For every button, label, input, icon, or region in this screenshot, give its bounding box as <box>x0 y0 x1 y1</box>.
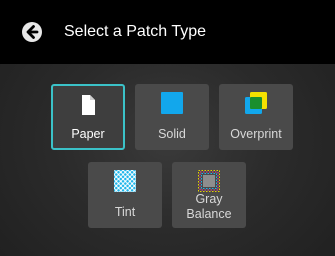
solid-square-icon <box>161 92 183 114</box>
back-button[interactable] <box>22 22 42 42</box>
paper-label: Paper <box>71 127 105 141</box>
overprint-squares-icon <box>245 92 267 114</box>
overprint-label: Overprint <box>230 127 282 141</box>
halftone-tint-icon <box>114 170 136 192</box>
gray-balance-label-line2: Balance <box>186 207 232 221</box>
gray-balance-icon <box>198 170 220 192</box>
gray-balance-label: Gray Balance <box>172 192 246 222</box>
page-title: Select a Patch Type <box>64 23 207 40</box>
patch-type-gray-balance-button[interactable]: Gray Balance <box>172 162 246 228</box>
arrow-left-circle-icon <box>26 25 39 39</box>
patch-type-screen: Select a Patch Type Paper Solid Overprin… <box>0 0 335 256</box>
patch-type-solid-button[interactable]: Solid <box>135 84 209 150</box>
header-bar: Select a Patch Type <box>0 0 335 64</box>
solid-label: Solid <box>158 127 186 141</box>
gray-balance-label-line1: Gray <box>195 192 223 206</box>
patch-type-overprint-button[interactable]: Overprint <box>219 84 293 150</box>
patch-type-tint-button[interactable]: Tint <box>88 162 162 228</box>
patch-type-paper-button[interactable]: Paper <box>51 84 125 150</box>
tint-label: Tint <box>114 205 136 219</box>
document-icon <box>82 95 95 115</box>
